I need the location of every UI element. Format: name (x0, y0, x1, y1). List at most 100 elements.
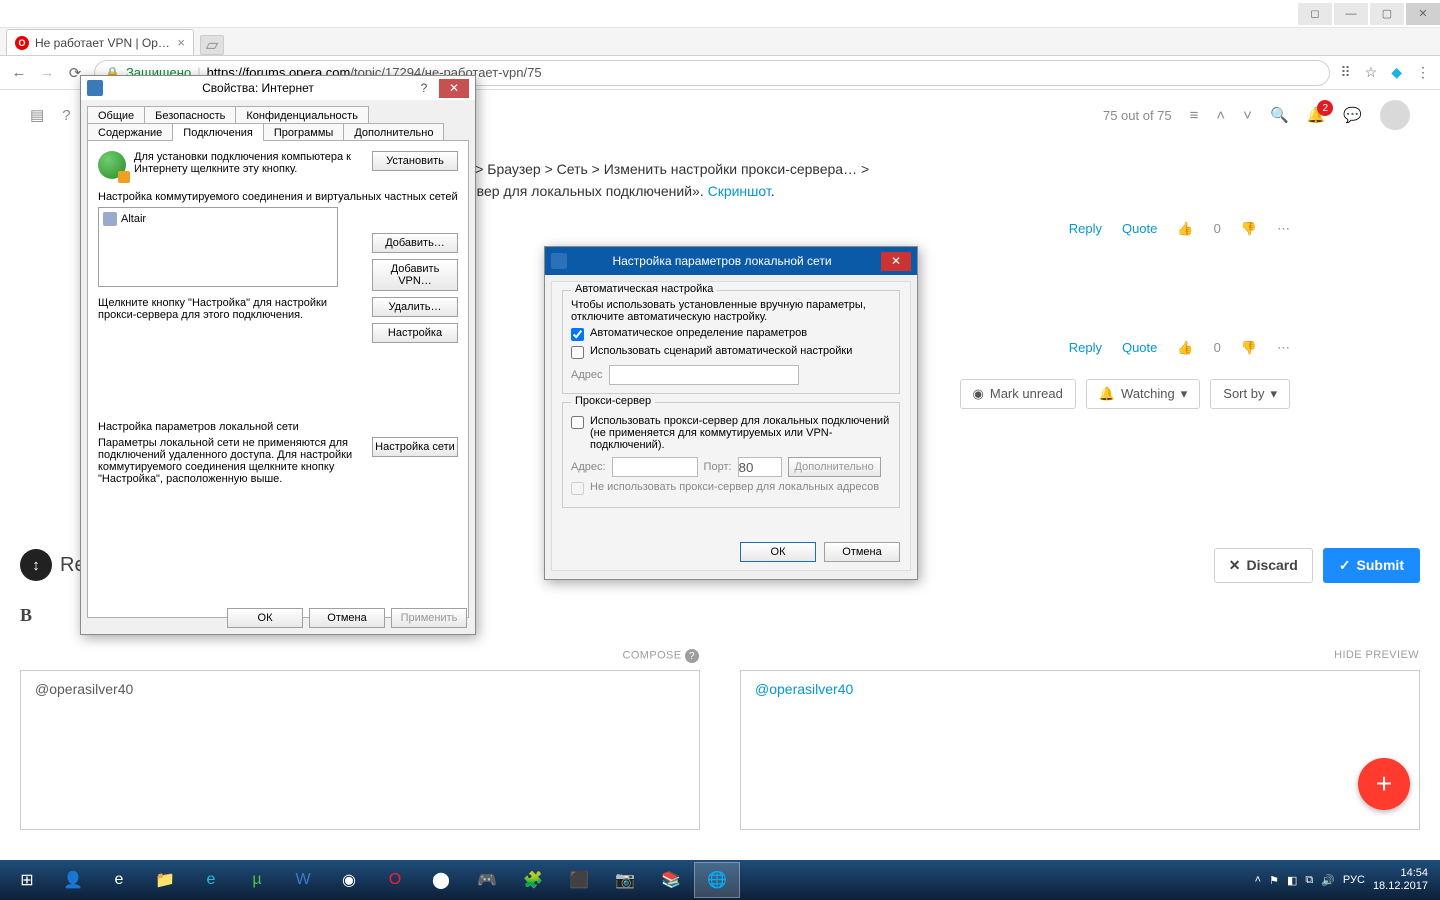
tab-content[interactable]: Содержание (87, 123, 173, 141)
taskbar-ie[interactable]: e (96, 862, 142, 898)
tab-programs[interactable]: Программы (263, 123, 344, 141)
taskbar-minecraft[interactable]: ⬛ (556, 862, 602, 898)
tab-privacy[interactable]: Конфиденциальность (235, 106, 369, 124)
chevron-up-icon[interactable]: ˄ (1216, 107, 1225, 124)
screenshot-link[interactable]: Скриншот (708, 183, 771, 199)
avatar[interactable] (1380, 100, 1410, 130)
menu-icon[interactable]: ⋮ (1416, 64, 1430, 81)
browser-tab[interactable]: O Не работает VPN | Opera × (6, 29, 194, 55)
tab-security[interactable]: Безопасность (144, 106, 236, 124)
compose-textarea[interactable]: COMPOSE ? @operasilver40 (20, 670, 700, 830)
chevron-down-icon[interactable]: ˅ (1243, 107, 1252, 124)
tray-volume-icon[interactable]: 🔊 (1321, 874, 1335, 887)
taskbar-chrome[interactable]: ◉ (326, 862, 372, 898)
search-icon[interactable]: 🔍 (1270, 106, 1289, 124)
taskbar-app4[interactable]: 📷 (602, 862, 648, 898)
watching-button[interactable]: 🔔 Watching ▾ (1086, 379, 1200, 409)
window-close-button[interactable]: ✕ (1406, 3, 1440, 25)
reply-link[interactable]: Reply (1069, 338, 1102, 359)
mention-link[interactable]: @operasilver40 (755, 681, 853, 697)
mark-unread-button[interactable]: ◉ Mark unread (960, 379, 1076, 409)
ok-button[interactable]: ОК (227, 608, 303, 628)
translate-icon[interactable]: ⠿ (1340, 64, 1350, 81)
add-vpn-button[interactable]: Добавить VPN… (372, 259, 458, 291)
minimize-button[interactable]: — (1334, 3, 1368, 25)
tab-close-icon[interactable]: × (177, 35, 185, 50)
taskbar-app3[interactable]: 🧩 (510, 862, 556, 898)
bookmark-star-icon[interactable]: ☆ (1365, 64, 1378, 81)
hide-preview-button[interactable]: HIDE PREVIEW (1334, 649, 1419, 661)
taskbar-word[interactable]: W (280, 862, 326, 898)
advanced-button[interactable]: Дополнительно (788, 457, 881, 477)
chat-icon[interactable]: 💬 (1343, 106, 1362, 124)
maximize-button[interactable]: ▢ (1370, 3, 1404, 25)
dialog-titlebar[interactable]: Свойства: Интернет ? ✕ (81, 76, 475, 100)
apply-button[interactable]: Применить (391, 608, 467, 628)
thumbs-up-icon[interactable]: 👍 (1177, 219, 1193, 240)
help-icon[interactable]: ? (62, 107, 70, 124)
tray-clock[interactable]: 14:5418.12.2017 (1373, 867, 1428, 893)
reply-link[interactable]: Reply (1069, 219, 1102, 240)
use-script-checkbox[interactable]: Использовать сценарий автоматической нас… (571, 345, 891, 359)
taskbar-edge[interactable]: e (188, 862, 234, 898)
settings-button[interactable]: Настройка (372, 323, 458, 343)
auto-detect-checkbox[interactable]: Автоматическое определение параметров (571, 327, 891, 341)
app-icon (551, 253, 567, 269)
tray-icon[interactable]: ◧ (1287, 874, 1297, 887)
tab-general[interactable]: Общие (87, 106, 145, 124)
lan-settings-button[interactable]: Настройка сети (372, 437, 458, 457)
taskbar-explorer[interactable]: 📁 (142, 862, 188, 898)
jump-top-icon[interactable]: ≡ (1190, 107, 1199, 124)
use-proxy-checkbox[interactable]: Использовать прокси-сервер для локальных… (571, 415, 891, 451)
thumbs-down-icon[interactable]: 👎 (1241, 338, 1257, 359)
sort-button[interactable]: Sort by ▾ (1210, 379, 1290, 409)
tray-up-icon[interactable]: ˄ (1255, 874, 1261, 886)
book-icon[interactable]: ▤ (30, 106, 44, 124)
forward-button[interactable]: → (38, 64, 56, 81)
help-icon[interactable]: ? (685, 649, 699, 663)
ok-button[interactable]: ОК (740, 542, 816, 562)
tab-connections[interactable]: Подключения (172, 123, 264, 141)
add-button[interactable]: Добавить… (372, 233, 458, 253)
close-button[interactable]: ✕ (439, 79, 469, 98)
taskbar-obs[interactable]: ⬤ (418, 862, 464, 898)
more-icon[interactable]: ⋯ (1277, 338, 1290, 359)
taskbar-active-window[interactable]: 🌐 (694, 862, 740, 898)
install-button[interactable]: Установить (372, 151, 458, 171)
profile-icon[interactable]: ◻ (1298, 3, 1332, 25)
thumbs-up-icon[interactable]: 👍 (1177, 338, 1193, 359)
cancel-button[interactable]: Отмена (824, 542, 900, 562)
tab-advanced[interactable]: Дополнительно (343, 123, 444, 141)
new-post-fab[interactable]: + (1358, 758, 1410, 810)
connections-listbox[interactable]: Altair (98, 207, 338, 287)
cancel-button[interactable]: Отмена (309, 608, 385, 628)
close-button[interactable]: ✕ (881, 252, 911, 271)
connection-item[interactable]: Altair (103, 212, 333, 226)
extension-icon[interactable]: ◆ (1391, 64, 1402, 81)
help-button[interactable]: ? (413, 81, 435, 95)
submit-button[interactable]: ✓ Submit (1323, 548, 1420, 583)
collapse-icon[interactable]: ↕ (20, 549, 52, 581)
bold-button[interactable]: B (20, 605, 32, 626)
quote-link[interactable]: Quote (1122, 338, 1157, 359)
thumbs-down-icon[interactable]: 👎 (1241, 219, 1257, 240)
taskbar-app[interactable]: 👤 (50, 862, 96, 898)
new-tab-button[interactable]: ▱ (200, 35, 224, 55)
taskbar-utorrent[interactable]: µ (234, 862, 280, 898)
preview-pane: HIDE PREVIEW @operasilver40 (740, 670, 1420, 830)
tray-lang[interactable]: РУС (1343, 874, 1365, 886)
discard-button[interactable]: ✕ Discard (1214, 548, 1313, 583)
taskbar-opera[interactable]: O (372, 862, 418, 898)
more-icon[interactable]: ⋯ (1277, 219, 1290, 240)
start-button[interactable]: ⊞ (4, 862, 50, 898)
quote-link[interactable]: Quote (1122, 219, 1157, 240)
delete-button[interactable]: Удалить… (372, 297, 458, 317)
connection-icon (103, 212, 117, 226)
taskbar-app2[interactable]: 🎮 (464, 862, 510, 898)
tray-icon[interactable]: ⚑ (1269, 874, 1279, 887)
taskbar-winrar[interactable]: 📚 (648, 862, 694, 898)
back-button[interactable]: ← (10, 64, 28, 81)
dialog-titlebar[interactable]: Настройка параметров локальной сети ✕ (545, 247, 917, 275)
bell-icon[interactable]: 🔔2 (1307, 106, 1326, 124)
tray-network-icon[interactable]: ⧉ (1305, 874, 1313, 887)
